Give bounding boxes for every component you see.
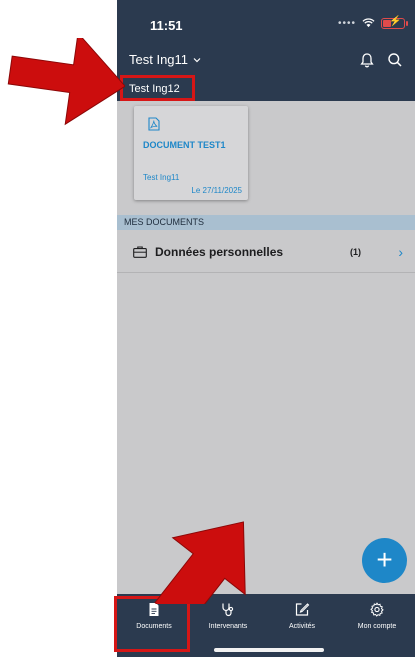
bell-icon[interactable] (358, 51, 376, 69)
folder-label: Données personnelles (155, 245, 284, 259)
arrow-annotation-top (7, 38, 125, 126)
document-card[interactable]: DOCUMENT TEST1 Test Ing11 Le 27/11/2025 (134, 106, 248, 200)
phone-screen: 11:51 •••• ⚡ Test Ing11 Test Ing12 DOCUM… (117, 0, 415, 657)
tab-intervenants[interactable]: Intervenants (191, 594, 265, 638)
tab-label: Mon compte (357, 623, 397, 630)
sub-account-name[interactable]: Test Ing12 (129, 83, 180, 95)
wifi-icon (362, 18, 375, 28)
account-switcher[interactable]: Test Ing11 (129, 52, 202, 67)
battery-icon: ⚡ (381, 16, 408, 29)
document-icon (149, 603, 159, 616)
tab-activites[interactable]: Activités (265, 594, 339, 638)
folder-count: (1) (350, 247, 361, 257)
gear-icon (370, 602, 384, 617)
pdf-file-icon (148, 117, 160, 131)
document-date: Le 27/11/2025 (191, 186, 242, 195)
section-title: MES DOCUMENTS (124, 217, 205, 227)
app-header: 11:51 •••• ⚡ Test Ing11 Test Ing12 (117, 0, 415, 101)
chevron-right-icon: › (398, 244, 403, 260)
tab-mon-compte[interactable]: Mon compte (339, 594, 415, 638)
edit-icon (295, 603, 310, 616)
section-header: MES DOCUMENTS (117, 215, 415, 230)
tab-label: Activités (288, 623, 316, 630)
search-icon[interactable] (386, 51, 404, 69)
chevron-down-icon (193, 58, 201, 63)
status-time: 11:51 (150, 18, 183, 33)
document-title: DOCUMENT TEST1 (143, 140, 226, 150)
stethoscope-icon (222, 603, 234, 617)
tab-documents[interactable]: Documents (117, 594, 191, 638)
tab-label: Documents (136, 623, 172, 630)
add-button[interactable]: + (362, 538, 407, 583)
signal-icon: •••• (337, 17, 356, 29)
account-name: Test Ing11 (129, 52, 189, 67)
document-owner: Test Ing11 (143, 173, 180, 182)
tab-label: Intervenants (208, 623, 248, 630)
status-icons: •••• ⚡ (337, 16, 408, 29)
plus-icon: + (376, 543, 393, 575)
briefcase-icon (133, 246, 147, 258)
folder-row-donnees-personnelles[interactable]: Données personnelles (1) › (117, 232, 415, 273)
home-indicator (214, 648, 324, 652)
